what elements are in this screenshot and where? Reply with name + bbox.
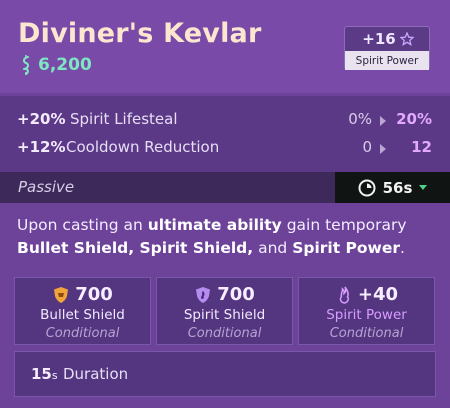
- stat-from-value: 0: [362, 138, 372, 156]
- star-outline-icon: [399, 32, 414, 46]
- passive-properties: 700 Bullet Shield Conditional 700 Spirit…: [14, 277, 436, 397]
- spirit-power-bonus-badge: +16 Spirit Power: [344, 26, 430, 70]
- cooldown-clock-icon: [358, 179, 376, 196]
- duration-label: Duration: [63, 365, 129, 383]
- property-condition: Conditional: [45, 326, 120, 341]
- arrow-right-icon: [380, 116, 386, 126]
- property-condition: Conditional: [329, 326, 404, 341]
- passive-header: Passive 56s: [0, 172, 450, 203]
- property-spirit-power: +40 Spirit Power Conditional: [298, 277, 435, 345]
- stat-to-value: 20%: [396, 110, 432, 128]
- property-duration: 15s Duration: [14, 351, 436, 397]
- arrow-right-icon: [380, 144, 386, 154]
- duration-number: 15: [31, 365, 52, 383]
- bullet-shield-icon: [54, 286, 69, 303]
- bonus-value: +16: [362, 30, 396, 48]
- spirit-shield-icon: [196, 286, 211, 303]
- stat-value: +20%: [17, 110, 66, 128]
- item-title: Diviner's Kevlar: [18, 18, 262, 49]
- stat-from-value: 0%: [348, 110, 372, 128]
- duration-value: 15s: [31, 365, 58, 383]
- property-value: 700: [75, 284, 113, 305]
- bonus-label: Spirit Power: [345, 51, 429, 70]
- stat-value: +12%: [17, 138, 66, 156]
- property-label: Spirit Shield: [183, 307, 266, 323]
- desc-text: and: [253, 239, 293, 257]
- stat-to-value: 12: [411, 138, 432, 156]
- passive-description: Upon casting an ultimate ability gain te…: [17, 214, 437, 260]
- stat-row-spirit-lifesteal: +20% Spirit Lifesteal 0% 20%: [0, 106, 450, 134]
- item-tooltip-card: Diviner's Kevlar 6,200 +16 Spirit Power …: [0, 0, 450, 408]
- desc-keyword: Bullet Shield, Spirit Shield,: [17, 239, 254, 257]
- property-value: +40: [357, 284, 399, 305]
- desc-keyword: ultimate ability: [147, 216, 282, 234]
- property-label: Spirit Power: [326, 307, 407, 323]
- property-bullet-shield: 700 Bullet Shield Conditional: [14, 277, 151, 345]
- desc-keyword: Spirit Power: [292, 239, 401, 257]
- caret-down-icon: [419, 184, 428, 190]
- item-header: Diviner's Kevlar 6,200 +16 Spirit Power: [0, 0, 450, 93]
- desc-text: gain temporary: [281, 216, 407, 234]
- cooldown-badge[interactable]: 56s: [335, 172, 450, 203]
- stat-label: Spirit Lifesteal: [70, 110, 178, 128]
- desc-text: .: [400, 239, 405, 257]
- property-spirit-shield: 700 Spirit Shield Conditional: [156, 277, 293, 345]
- spirit-power-icon: [339, 286, 349, 304]
- stat-label: Cooldown Reduction: [66, 138, 220, 156]
- stat-row-cooldown-reduction: +12% Cooldown Reduction 0 12: [0, 134, 450, 162]
- item-cost-value: 6,200: [38, 55, 92, 75]
- cooldown-value: 56s: [382, 178, 413, 197]
- duration-unit: s: [51, 369, 58, 382]
- item-stats: +20% Spirit Lifesteal 0% 20% +12% Cooldo…: [0, 96, 450, 172]
- property-condition: Conditional: [187, 326, 262, 341]
- item-cost: 6,200: [20, 55, 92, 75]
- passive-label: Passive: [18, 178, 75, 196]
- property-value: 700: [217, 284, 255, 305]
- desc-text: Upon casting an: [17, 216, 148, 234]
- property-label: Bullet Shield: [40, 307, 125, 323]
- souls-currency-icon: [22, 55, 30, 75]
